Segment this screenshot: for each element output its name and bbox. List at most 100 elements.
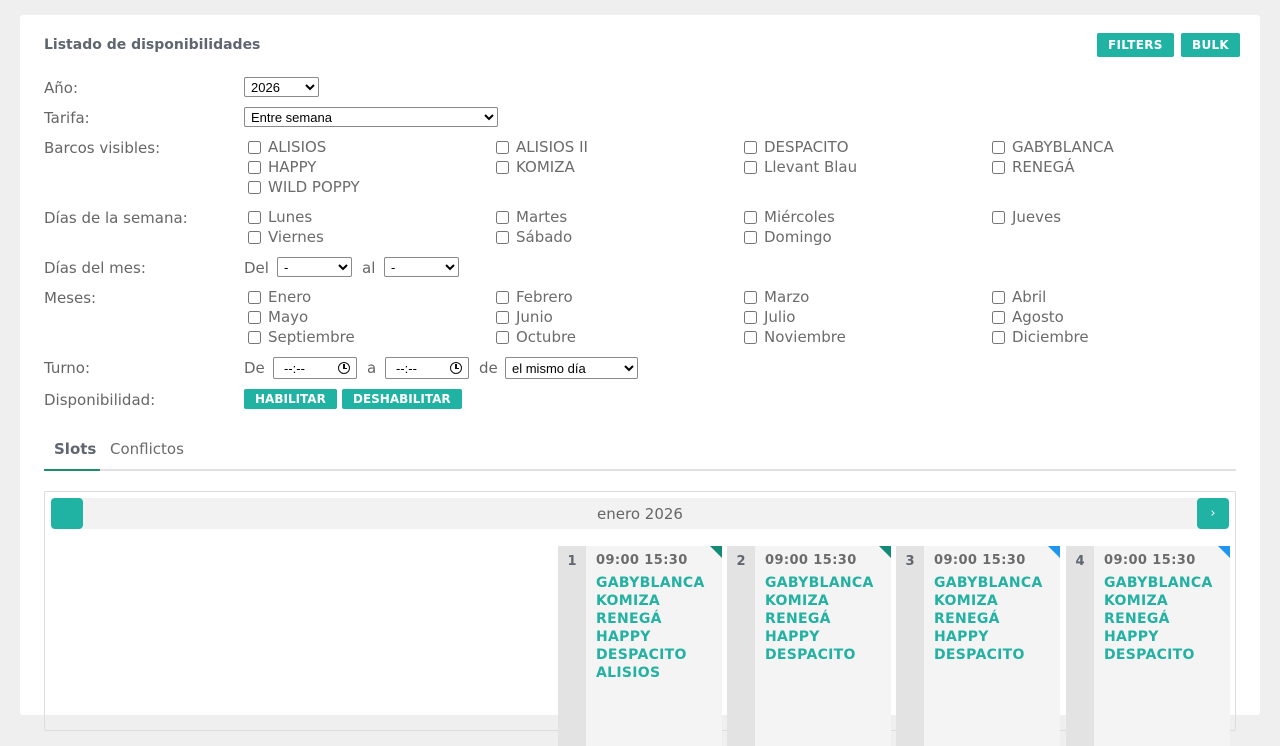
slot-boat[interactable]: HAPPY (596, 628, 705, 646)
checkbox[interactable] (992, 140, 1005, 154)
calendar-header: enero 2026 › (51, 498, 1229, 529)
disable-button[interactable]: DESHABILITAR (342, 389, 462, 409)
boat-checkbox-wild-poppy[interactable]: WILD POPPY (244, 177, 360, 197)
checkbox[interactable] (496, 310, 509, 324)
tab-conflictos[interactable]: Conflictos (110, 440, 184, 469)
availability-card: Listado de disponibilidades FILTERS BULK… (20, 15, 1260, 746)
checkbox[interactable] (744, 310, 757, 324)
shift-day-select[interactable]: el mismo día (505, 357, 638, 379)
tab-slots[interactable]: Slots (44, 440, 100, 471)
checkbox[interactable] (248, 160, 261, 174)
weekday-checkbox-viernes[interactable]: Viernes (244, 227, 324, 247)
slot-boat[interactable]: KOMIZA (596, 592, 705, 610)
slot-boat[interactable]: GABYBLANCA (596, 574, 705, 592)
slot-boat[interactable]: DESPACITO (1104, 646, 1213, 664)
month-checkbox-diciembre[interactable]: Diciembre (988, 327, 1089, 347)
checkbox[interactable] (496, 290, 509, 304)
weekday-checkbox-miercoles[interactable]: Miércoles (740, 207, 835, 227)
calendar-day-3[interactable]: 3 09:00 15:30 GABYBLANCA KOMIZA RENEGÁ H… (896, 546, 1060, 746)
checkbox[interactable] (248, 210, 261, 224)
shift-start-time-input[interactable]: --:-- (273, 357, 357, 379)
checkbox[interactable] (744, 230, 757, 244)
slot-boat[interactable]: DESPACITO (765, 646, 874, 664)
checkbox[interactable] (248, 140, 261, 154)
checkbox[interactable] (496, 230, 509, 244)
slot-boat[interactable]: GABYBLANCA (765, 574, 874, 592)
boat-checkbox-komiza[interactable]: KOMIZA (492, 157, 575, 177)
weekday-checkbox-domingo[interactable]: Domingo (740, 227, 832, 247)
slot-boat[interactable]: ALISIOS (596, 664, 705, 682)
rate-select[interactable]: Entre semana (244, 107, 498, 127)
month-checkbox-septiembre[interactable]: Septiembre (244, 327, 355, 347)
enable-button[interactable]: HABILITAR (244, 389, 337, 409)
weekday-checkbox-martes[interactable]: Martes (492, 207, 567, 227)
month-checkbox-febrero[interactable]: Febrero (492, 287, 573, 307)
checkbox[interactable] (992, 160, 1005, 174)
calendar-day-2[interactable]: 2 09:00 15:30 GABYBLANCA KOMIZA RENEGÁ H… (727, 546, 891, 746)
slot-boat[interactable]: GABYBLANCA (934, 574, 1043, 592)
boat-checkbox-renega[interactable]: RENEGÁ (988, 157, 1074, 177)
month-checkbox-octubre[interactable]: Octubre (492, 327, 576, 347)
boat-checkbox-alisios[interactable]: ALISIOS (244, 137, 326, 157)
slot-boat[interactable]: KOMIZA (765, 592, 874, 610)
slot-boat[interactable]: RENEGÁ (765, 610, 874, 628)
boat-checkbox-alisios-ii[interactable]: ALISIOS II (492, 137, 588, 157)
slot-boat[interactable]: GABYBLANCA (1104, 574, 1213, 592)
weekday-checkbox-sabado[interactable]: Sábado (492, 227, 572, 247)
month-day-to-select[interactable]: - (384, 257, 459, 277)
month-checkbox-agosto[interactable]: Agosto (988, 307, 1064, 327)
weekday-checkbox-lunes[interactable]: Lunes (244, 207, 312, 227)
bulk-button[interactable]: BULK (1181, 33, 1241, 57)
boat-checkbox-llevant-blau[interactable]: Llevant Blau (740, 157, 857, 177)
boat-checkbox-gabyblanca[interactable]: GABYBLANCA (988, 137, 1114, 157)
month-checkbox-junio[interactable]: Junio (492, 307, 553, 327)
shift-end-time-input[interactable]: --:-- (385, 357, 469, 379)
checkbox[interactable] (744, 210, 757, 224)
checkbox[interactable] (992, 330, 1005, 344)
month-checkbox-noviembre[interactable]: Noviembre (740, 327, 846, 347)
checkbox[interactable] (496, 330, 509, 344)
checkbox[interactable] (248, 290, 261, 304)
slot-boat[interactable]: KOMIZA (934, 592, 1043, 610)
slot-boat[interactable]: RENEGÁ (934, 610, 1043, 628)
checkbox[interactable] (992, 310, 1005, 324)
checkbox[interactable] (496, 210, 509, 224)
checkbox[interactable] (248, 310, 261, 324)
clock-icon[interactable] (338, 362, 350, 374)
checkbox[interactable] (744, 330, 757, 344)
slot-boat[interactable]: DESPACITO (934, 646, 1043, 664)
checkbox[interactable] (744, 160, 757, 174)
calendar-day-1[interactable]: 1 09:00 15:30 GABYBLANCA KOMIZA RENEGÁ H… (558, 546, 722, 746)
checkbox[interactable] (248, 230, 261, 244)
month-checkbox-marzo[interactable]: Marzo (740, 287, 809, 307)
slot-boat[interactable]: KOMIZA (1104, 592, 1213, 610)
checkbox[interactable] (744, 290, 757, 304)
filters-button[interactable]: FILTERS (1097, 33, 1174, 57)
checkbox[interactable] (992, 290, 1005, 304)
checkbox[interactable] (248, 180, 261, 194)
calendar-day-4[interactable]: 4 09:00 15:30 GABYBLANCA KOMIZA RENEGÁ H… (1066, 546, 1230, 746)
weekday-checkbox-jueves[interactable]: Jueves (988, 207, 1061, 227)
slot-boat[interactable]: RENEGÁ (1104, 610, 1213, 628)
checkbox[interactable] (496, 140, 509, 154)
checkbox[interactable] (496, 160, 509, 174)
month-checkbox-mayo[interactable]: Mayo (244, 307, 308, 327)
checkbox[interactable] (992, 210, 1005, 224)
checkbox-label: Octubre (516, 328, 577, 346)
checkbox[interactable] (744, 140, 757, 154)
month-checkbox-abril[interactable]: Abril (988, 287, 1046, 307)
slot-boat[interactable]: HAPPY (765, 628, 874, 646)
slot-boat[interactable]: HAPPY (1104, 628, 1213, 646)
slot-boat[interactable]: DESPACITO (596, 646, 705, 664)
slot-boat[interactable]: HAPPY (934, 628, 1043, 646)
slot-boat[interactable]: RENEGÁ (596, 610, 705, 628)
month-checkbox-julio[interactable]: Julio (740, 307, 795, 327)
clock-icon[interactable] (450, 362, 462, 374)
checkbox[interactable] (248, 330, 261, 344)
next-month-button[interactable]: › (1197, 498, 1229, 529)
month-checkbox-enero[interactable]: Enero (244, 287, 311, 307)
year-select[interactable]: 2026 (244, 77, 319, 97)
month-day-from-select[interactable]: - (277, 257, 352, 277)
boat-checkbox-despacito[interactable]: DESPACITO (740, 137, 849, 157)
boat-checkbox-happy[interactable]: HAPPY (244, 157, 316, 177)
